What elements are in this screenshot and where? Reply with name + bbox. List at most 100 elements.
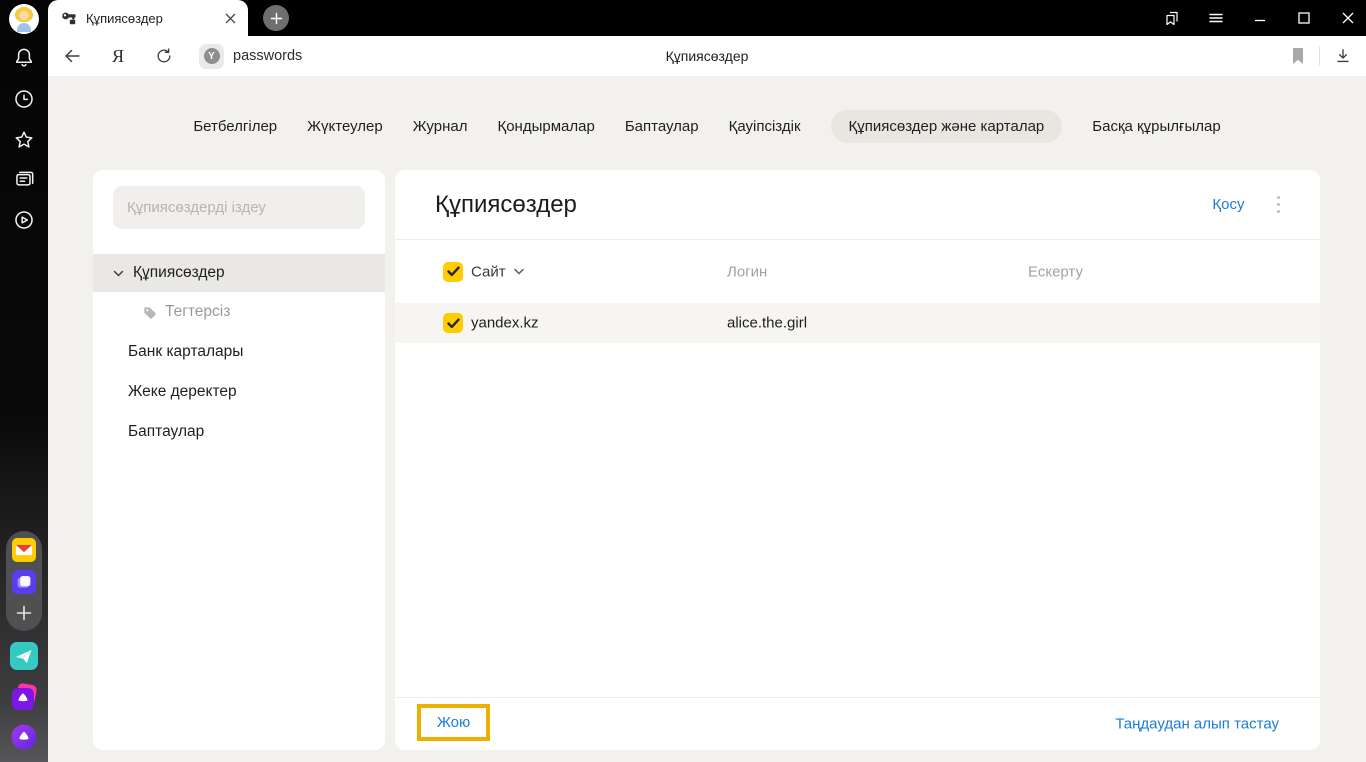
maximize-icon	[1297, 12, 1310, 24]
alice-assistant-button[interactable]	[0, 723, 48, 751]
tab-close-icon[interactable]	[220, 8, 240, 28]
window-controls	[1163, 0, 1356, 36]
passwords-panel: Құпиясөздер Қосу Сайт Логин Ескерту yand…	[395, 170, 1320, 750]
select-all-checkbox[interactable]	[443, 261, 463, 282]
sidebar-item-label: Жеке деректер	[128, 383, 237, 400]
row-site: yandex.kz	[471, 314, 539, 332]
yandex-search-app-button[interactable]	[0, 683, 48, 711]
nav-tab-extensions[interactable]: Қондырмалар	[497, 118, 594, 135]
yandex-disk-icon[interactable]	[12, 570, 36, 594]
address-bar-left: Я Y passwords	[48, 36, 302, 76]
column-header-site[interactable]: Сайт	[471, 263, 524, 280]
plus-icon	[270, 12, 282, 24]
active-tab[interactable]: Құпиясөздер	[48, 0, 248, 36]
alice-circle-icon	[11, 724, 37, 750]
tab-strip: Құпиясөздер	[48, 0, 1366, 36]
bookmark-this-page-button[interactable]	[1290, 47, 1306, 65]
site-protect-badge[interactable]: Y	[199, 43, 224, 69]
column-header-login: Логин	[727, 263, 768, 280]
more-options-kebab-icon[interactable]	[1273, 192, 1285, 218]
deselect-all-link[interactable]: Таңдаудан алып тастау	[1115, 716, 1279, 733]
new-tab-button[interactable]	[263, 5, 289, 31]
bookmark-flag-icon	[1293, 48, 1303, 64]
avatar-face	[19, 11, 29, 20]
check-icon	[446, 318, 460, 328]
search-wrap	[93, 170, 385, 229]
yandex-mail-icon[interactable]	[12, 538, 36, 562]
nav-tab-security[interactable]: Қауіпсіздік	[729, 118, 801, 135]
maximize-button[interactable]	[1295, 10, 1312, 27]
history-button[interactable]	[0, 86, 48, 112]
profile-avatar[interactable]	[0, 4, 48, 34]
passwords-favicon-icon	[62, 12, 76, 25]
chevron-down-icon	[113, 270, 124, 277]
sidebar-item-untagged[interactable]: Тегтерсіз	[93, 292, 385, 332]
sidebar-item-bank-cards[interactable]: Банк карталары	[93, 332, 385, 372]
downloads-button[interactable]	[1333, 46, 1353, 66]
download-icon	[1337, 49, 1349, 63]
passwords-sidebar: Құпиясөздер Тегтерсіз Банк карталары Жек…	[93, 170, 385, 750]
clock-icon	[15, 90, 33, 108]
nav-tab-bookmarks[interactable]: Бетбелгілер	[193, 118, 277, 135]
video-button[interactable]	[0, 207, 48, 233]
url-text[interactable]: passwords	[233, 48, 302, 64]
passwords-header: Құпиясөздер Қосу	[395, 170, 1320, 240]
address-bar-right	[1290, 36, 1353, 76]
pinned-apps-group	[6, 531, 42, 631]
yandex-home-button[interactable]: Я	[107, 45, 129, 67]
hamburger-icon	[1208, 13, 1223, 23]
address-bar: Я Y passwords Құпиясөздер	[48, 36, 1366, 76]
tabs-panel-button[interactable]	[0, 167, 48, 193]
bookmarks-panel-button[interactable]	[1163, 10, 1180, 27]
table-row[interactable]: yandex.kz alice.the.girl	[395, 303, 1320, 343]
column-header-note: Ескерту	[1028, 263, 1083, 280]
page-title: Құпиясөздер	[665, 48, 749, 64]
add-app-plus-icon[interactable]	[13, 602, 35, 624]
messenger-app-button[interactable]	[0, 642, 48, 670]
nav-tab-settings[interactable]: Баптаулар	[625, 118, 699, 135]
nav-tab-other-devices[interactable]: Басқа құрылғылар	[1092, 118, 1220, 135]
settings-nav: Бетбелгілер Жүктеулер Журнал Қондырмалар…	[48, 108, 1366, 144]
nav-tab-passwords-cards[interactable]: Құпиясөздер және карталар	[830, 109, 1063, 143]
check-icon	[446, 266, 460, 277]
sidebar-item-settings[interactable]: Баптаулар	[93, 412, 385, 452]
delete-button-highlight: Жою	[417, 704, 491, 741]
table-header: Сайт Логин Ескерту	[395, 240, 1320, 303]
avatar-body	[17, 23, 31, 32]
sidebar-item-passwords[interactable]: Құпиясөздер	[93, 254, 385, 292]
yandex-logo: Я	[111, 45, 124, 66]
nav-tab-downloads[interactable]: Жүктеулер	[307, 118, 383, 135]
tag-icon	[142, 305, 157, 320]
sort-chevron-icon	[513, 268, 524, 275]
delete-button[interactable]: Жою	[437, 714, 470, 731]
refresh-button[interactable]	[153, 45, 175, 67]
add-password-button[interactable]: Қосу	[1212, 196, 1244, 213]
arrow-left-icon	[65, 49, 80, 63]
nav-tab-history[interactable]: Журнал	[413, 118, 468, 135]
search-passwords-input[interactable]	[113, 186, 365, 229]
sidebar-item-label: Банк карталары	[128, 343, 244, 360]
notes-stack-icon	[16, 171, 34, 186]
panel-footer: Жою Таңдаудан алып тастау	[395, 697, 1320, 750]
paper-plane-icon	[10, 642, 38, 670]
row-login: alice.the.girl	[727, 314, 808, 332]
panel-title: Құпиясөздер	[435, 190, 577, 218]
browser-window: Құпиясөздер Я Y passwords Құпиясөздер Бе…	[0, 0, 1366, 762]
bookmarks-button[interactable]	[0, 127, 48, 153]
row-checkbox[interactable]	[443, 313, 463, 333]
settings-page: Бетбелгілер Жүктеулер Журнал Қондырмалар…	[48, 76, 1366, 762]
close-icon	[1342, 12, 1353, 24]
minimize-button[interactable]	[1251, 10, 1268, 27]
avatar[interactable]	[9, 4, 39, 34]
sidebar-item-label: Тегтерсіз	[165, 303, 231, 320]
browser-side-rail	[0, 0, 48, 762]
back-button[interactable]	[61, 45, 83, 67]
play-circle-icon	[15, 211, 33, 229]
sidebar-item-label: Баптаулар	[128, 423, 205, 440]
menu-button[interactable]	[1207, 10, 1224, 27]
sidebar-item-personal-data[interactable]: Жеке деректер	[93, 372, 385, 412]
sidebar-item-label: Құпиясөздер	[133, 264, 225, 281]
star-icon	[15, 131, 33, 148]
notifications-button[interactable]	[0, 45, 48, 71]
close-window-button[interactable]	[1339, 10, 1356, 27]
